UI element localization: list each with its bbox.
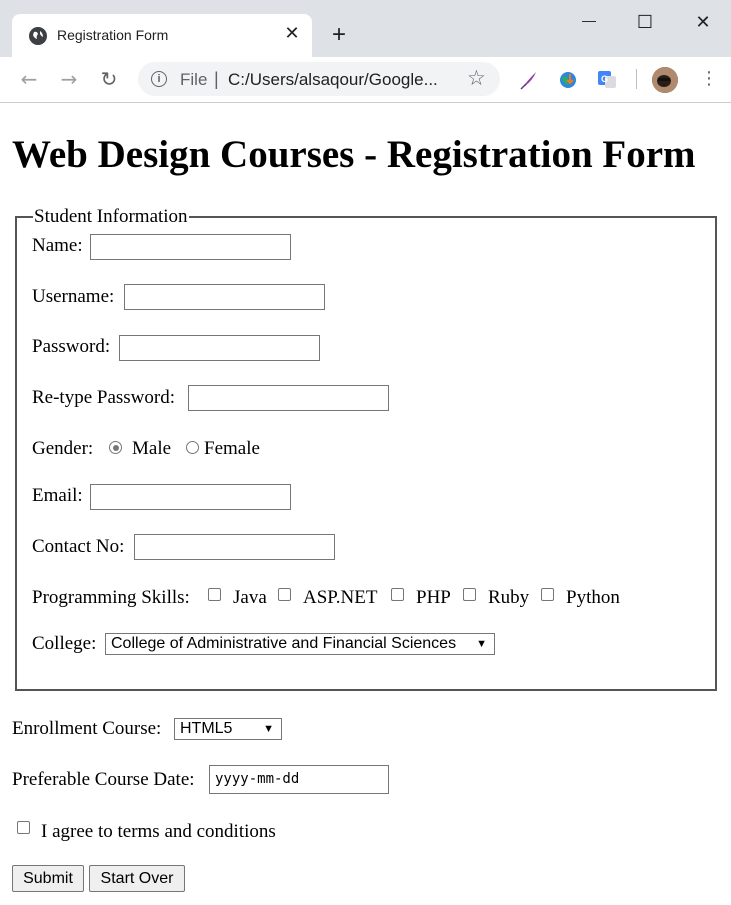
scheme-label: File [180,70,208,89]
quill-icon[interactable] [518,69,540,91]
chevron-down-icon: ▼ [263,723,274,735]
browser-tab[interactable]: Registration Form ✕ [12,14,312,57]
start-over-button[interactable]: Start Over [89,865,185,892]
menu-kebab-icon[interactable]: ⋮ [700,68,718,90]
tab-title: Registration Form [57,27,169,43]
chevron-down-icon: ▼ [476,638,487,650]
gender-male-radio[interactable] [109,441,122,454]
enrollment-selected-value: HTML5 [180,720,233,737]
college-label: College: [32,633,97,654]
skill-java-checkbox[interactable] [208,588,221,601]
name-input[interactable] [90,234,291,260]
toolbar-divider [636,69,637,89]
page-content: Web Design Courses - Registration Form S… [0,103,731,905]
contact-input[interactable] [134,534,335,560]
globe-icon [29,27,47,45]
enrollment-select[interactable]: HTML5 ▼ [174,718,282,740]
info-icon[interactable]: i [151,71,167,87]
tab-close-icon[interactable]: ✕ [282,23,302,43]
date-placeholder: yyyy-mm-dd [215,771,300,787]
course-date-input[interactable]: yyyy-mm-dd [209,765,389,794]
password-input[interactable] [119,335,320,361]
skill-aspnet-label: ASP.NET [303,587,378,608]
name-label: Name: [32,235,83,256]
skill-php-checkbox[interactable] [391,588,404,601]
browser-toolbar: ← → ↻ i File | C:/Users/alsaqour/Google.… [0,57,731,103]
agree-checkbox[interactable] [17,821,30,834]
gender-female-label: Female [204,438,260,459]
retype-password-input[interactable] [188,385,389,411]
minimize-icon[interactable]: — [577,12,601,34]
college-selected-value: College of Administrative and Financial … [111,635,457,652]
skill-ruby-checkbox[interactable] [463,588,476,601]
agree-label: I agree to terms and conditions [41,821,276,842]
contact-label: Contact No: [32,536,125,557]
url-text[interactable]: C:/Users/alsaqour/Google... [228,70,438,90]
skill-aspnet-checkbox[interactable] [278,588,291,601]
username-input[interactable] [124,284,325,310]
email-input[interactable] [90,484,291,510]
page-title: Web Design Courses - Registration Form [12,133,696,176]
fieldset-legend: Student Information [34,206,188,227]
maximize-icon[interactable]: ☐ [633,12,657,34]
gender-female-radio[interactable] [186,441,199,454]
skills-label: Programming Skills: [32,587,190,608]
username-label: Username: [32,286,115,307]
back-icon[interactable]: ← [17,67,41,91]
browser-tab-strip: Registration Form ✕ + — ☐ ✕ [0,0,731,57]
date-label: Preferable Course Date: [12,769,195,790]
skill-java-label: Java [233,587,267,608]
globe-download-icon[interactable] [557,69,579,91]
college-select[interactable]: College of Administrative and Financial … [105,633,495,655]
forward-icon[interactable]: → [57,67,81,91]
profile-avatar[interactable] [652,67,678,93]
skill-python-label: Python [566,587,620,608]
retype-password-label: Re-type Password: [32,387,176,408]
submit-button[interactable]: Submit [12,865,84,892]
reload-icon[interactable]: ↻ [97,67,121,91]
skill-ruby-label: Ruby [488,587,530,608]
bookmark-star-icon[interactable]: ☆ [467,66,486,90]
enrollment-label: Enrollment Course: [12,718,162,739]
close-window-icon[interactable]: ✕ [691,12,715,34]
gender-label: Gender: [32,438,94,459]
google-translate-icon[interactable]: G [596,69,618,91]
gender-male-label: Male [132,438,172,459]
email-label: Email: [32,485,83,506]
address-bar[interactable]: i File | C:/Users/alsaqour/Google... ☆ [138,62,500,96]
new-tab-button[interactable]: + [328,23,350,47]
password-label: Password: [32,336,111,357]
address-separator: | [214,69,219,89]
skill-php-label: PHP [416,587,451,608]
skill-python-checkbox[interactable] [541,588,554,601]
svg-text:G: G [601,74,608,84]
